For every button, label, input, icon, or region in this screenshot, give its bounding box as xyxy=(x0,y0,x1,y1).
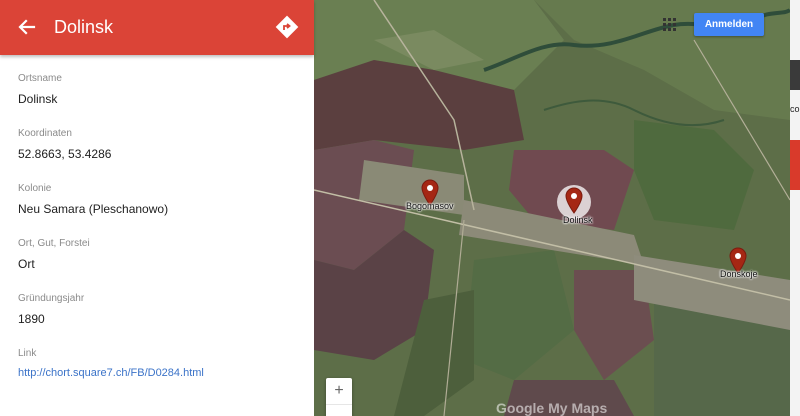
field-coordinates: Koordinaten 52.8663, 53.4286 xyxy=(18,127,298,182)
zoom-out-button[interactable]: − xyxy=(326,404,352,416)
field-value: 52.8663, 53.4286 xyxy=(18,147,112,161)
map-pin-icon xyxy=(565,187,583,214)
satellite-imagery xyxy=(314,0,790,416)
field-colony: Kolonie Neu Samara (Pleschanowo) xyxy=(18,182,298,237)
field-founding-year: Gründungsjahr 1890 xyxy=(18,292,298,347)
source-link[interactable]: http://chort.square7.ch/FB/D0284.html xyxy=(18,367,298,379)
back-button[interactable] xyxy=(14,14,40,40)
details-list: Ortsname Dolinsk Koordinaten 52.8663, 53… xyxy=(18,72,298,402)
field-label: Kolonie xyxy=(18,183,52,194)
directions-icon xyxy=(275,15,299,39)
marker-label: Donskoje xyxy=(720,269,758,279)
edge-text: co xyxy=(790,104,800,114)
map-marker-dolinsk[interactable] xyxy=(564,186,584,214)
field-label: Link xyxy=(18,348,37,359)
arrow-left-icon xyxy=(18,19,36,35)
field-label: Ort, Gut, Forstei xyxy=(18,238,90,249)
place-details-panel: Dolinsk Ortsname Dolinsk Koordinaten 52.… xyxy=(0,0,314,416)
signin-button[interactable]: Anmelden xyxy=(694,13,764,36)
zoom-control: + − xyxy=(326,378,352,416)
field-link: Link http://chort.square7.ch/FB/D0284.ht… xyxy=(18,347,298,402)
zoom-in-button[interactable]: + xyxy=(326,378,352,404)
field-label: Ortsname xyxy=(18,73,62,84)
field-type: Ort, Gut, Forstei Ort xyxy=(18,237,298,292)
field-place-name: Ortsname Dolinsk xyxy=(18,72,298,127)
grid-icon[interactable] xyxy=(663,18,677,32)
marker-label: Dolinsk xyxy=(563,215,593,225)
field-value: Ort xyxy=(18,257,35,271)
field-value: Neu Samara (Pleschanowo) xyxy=(18,202,169,216)
field-label: Koordinaten xyxy=(18,128,72,139)
field-value: 1890 xyxy=(18,312,45,326)
page-title: Dolinsk xyxy=(54,17,114,37)
satellite-map[interactable]: Anmelden Bogomasov Dolinsk Donskoje + − … xyxy=(314,0,790,416)
map-watermark: Google My Maps xyxy=(496,400,608,416)
field-label: Gründungsjahr xyxy=(18,293,85,304)
adjacent-window-red-block xyxy=(790,140,800,190)
adjacent-window-dark-block xyxy=(790,60,800,90)
field-value: Dolinsk xyxy=(18,92,58,106)
directions-button[interactable] xyxy=(274,14,300,40)
marker-label: Bogomasov xyxy=(406,201,454,211)
panel-header: Dolinsk xyxy=(0,0,314,55)
